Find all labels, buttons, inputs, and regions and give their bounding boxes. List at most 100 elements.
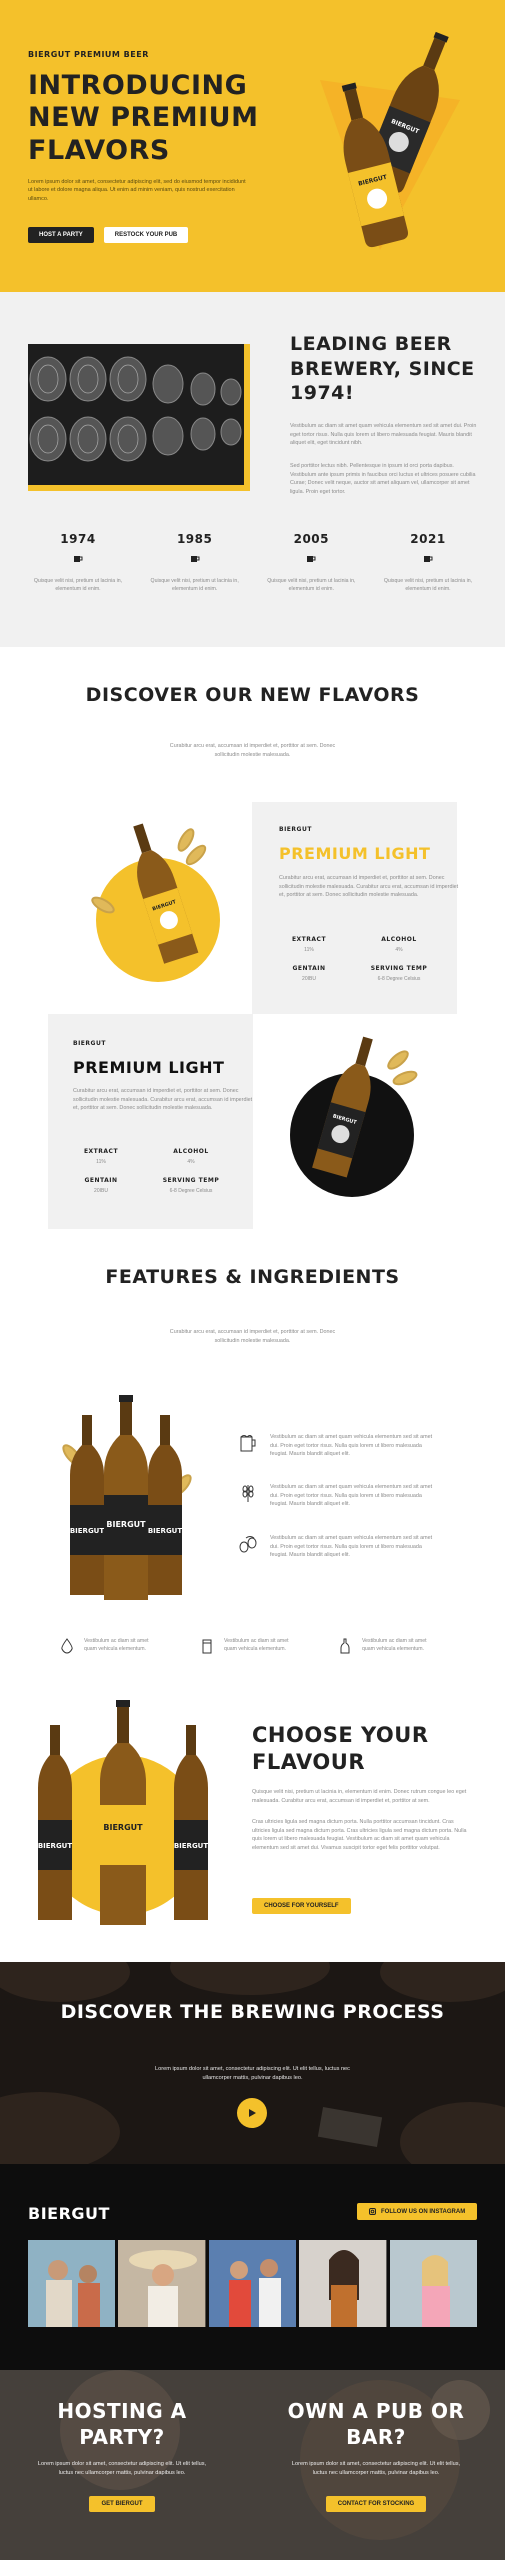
instagram-photo[interactable] (208, 2240, 297, 2327)
timeline-item: 1974 Quisque velit nisi, pretium ut laci… (28, 532, 128, 594)
spec-serving-temp: SERVING TEMP 6-8 Degree Celsius (162, 1177, 220, 1194)
contact-stocking-button[interactable]: CONTACT FOR STOCKING (325, 2495, 427, 2512)
spec-alcohol: ALCOHOL 4% (381, 936, 417, 953)
timeline-year: 1985 (176, 532, 213, 546)
instagram-icon (369, 2208, 376, 2215)
hero-title: INTRODUCING NEW PREMIUM FLAVORS (28, 70, 259, 166)
timeline-item: 2021 Quisque velit nisi, pretium ut laci… (378, 532, 478, 594)
instagram-photo[interactable] (118, 2240, 206, 2327)
spec-alcohol: ALCOHOL 4% (173, 1148, 209, 1165)
choose-bottles-image: BIERGUT BIERGUT BIERGUT (38, 1700, 209, 1925)
card-description: Curabitur arcu erat, accumsan id imperdi… (73, 1088, 253, 1112)
party-title: HOSTING A PARTY? (57, 2399, 187, 2449)
timeline-text: Quisque velit nisi, pretium ut lacinia i… (383, 578, 473, 592)
feature-row: Vestibulum ac diam sit amet quam vehicul… (238, 1483, 438, 1509)
beer-mug-icon (240, 1435, 256, 1452)
follow-instagram-button[interactable]: FOLLOW US ON INSTAGRAM (357, 2203, 478, 2220)
choose-paragraph-2: Cras ultricies ligula sed magna dictum p… (252, 1819, 467, 1851)
feature-row: Vestibulum ac diam sit amet quam vehicul… (238, 1534, 438, 1560)
card-description: Curabitur arcu erat, accumsan id imperdi… (279, 875, 459, 899)
timeline-item: 1985 Quisque velit nisi, pretium ut laci… (145, 532, 245, 594)
brewing-title: DISCOVER THE BREWING PROCESS (60, 2001, 445, 2023)
timeline-year: 2005 (293, 532, 330, 546)
three-bottles-image: BIERGUT BIERGUT BIERGUT (62, 1395, 192, 1600)
feature-text: Vestibulum ac diam sit amet quam vehicul… (270, 1535, 433, 1559)
svg-text:BIERGUT: BIERGUT (174, 1842, 209, 1850)
instagram-photo[interactable] (28, 2240, 116, 2327)
instagram-section: BIERGUT FOLLOW US ON INSTAGRAM (0, 2164, 505, 2370)
timeline-text: Quisque velit nisi, pretium ut lacinia i… (150, 578, 239, 592)
beer-mug-icon (423, 556, 433, 562)
card-flavor-name: PREMIUM LIGHT (73, 1058, 225, 1077)
instagram-photo[interactable] (389, 2240, 478, 2327)
hero-section: BIERGUT PREMIUM BEER INTRODUCING NEW PRE… (0, 0, 505, 292)
svg-text:BIERGUT: BIERGUT (70, 1527, 105, 1535)
mini-feature: Vestibulum ac diam sit amet quam vehicul… (200, 1638, 300, 1654)
story-section: LEADING BEER BREWERY, SINCE 1974! Vestib… (0, 292, 505, 647)
pub-cta: OWN A PUB OR BAR? Lorem ipsum dolor sit … (266, 2398, 486, 2512)
timeline-year: 1974 (60, 532, 96, 546)
mini-feature-text: Vestibulum ac diam sit amet quam vehicul… (84, 1638, 149, 1652)
flavor-card-premium-light: BIERGUT PREMIUM LIGHT Curabitur arcu era… (252, 802, 459, 1014)
pub-body: Lorem ipsum dolor sit amet, consectetur … (291, 2461, 461, 2476)
cta-section: HOSTING A PARTY? Lorem ipsum dolor sit a… (0, 2370, 505, 2560)
svg-text:BIERGUT: BIERGUT (106, 1520, 146, 1529)
restock-pub-button[interactable]: RESTOCK YOUR PUB (103, 227, 189, 243)
get-biergut-button[interactable]: GET BIERGUT (89, 2495, 155, 2512)
hero-body: Lorem ipsum dolor sit amet, consectetur … (28, 179, 246, 202)
host-party-button[interactable]: HOST A PARTY (28, 227, 94, 243)
spec-extract: EXTRACT 11% (83, 1148, 119, 1165)
timeline-text: Quisque velit nisi, pretium ut lacinia i… (33, 578, 123, 592)
card-brand: BIERGUT (279, 826, 312, 833)
features-subtitle: Curabitur arcu erat, accumsan id imperdi… (169, 1329, 336, 1344)
play-video-button[interactable] (237, 2098, 267, 2128)
story-title: LEADING BEER BREWERY, SINCE 1974! (290, 333, 475, 405)
water-drop-icon (61, 1638, 73, 1654)
instagram-photo[interactable] (299, 2240, 387, 2327)
svg-text:BIERGUT: BIERGUT (148, 1527, 183, 1535)
spec-gentain: GENTAIN 20IBU (84, 1177, 118, 1194)
mini-feature-text: Vestibulum ac diam sit amet quam vehicul… (362, 1638, 427, 1652)
brewing-process-section: DISCOVER THE BREWING PROCESS Lorem ipsum… (0, 1962, 505, 2164)
follow-label: FOLLOW US ON INSTAGRAM (381, 2208, 466, 2215)
hero-eyebrow: BIERGUT PREMIUM BEER (28, 50, 149, 59)
party-body: Lorem ipsum dolor sit amet, consectetur … (37, 2461, 207, 2476)
spec-extract: EXTRACT 11% (291, 936, 327, 953)
premium-light-bottle-image: BIERGUT (91, 823, 220, 982)
svg-text:BIERGUT: BIERGUT (38, 1842, 73, 1850)
story-paragraph-1: Vestibulum ac diam sit amet quam vehicul… (290, 423, 477, 447)
choose-flavour-button[interactable]: CHOOSE FOR YOURSELF (252, 1898, 351, 1914)
choose-title: CHOOSE YOUR FLAVOUR (252, 1723, 429, 1775)
beer-mug-icon (74, 556, 83, 562)
story-paragraph-2: Sed porttitor lectus nibh. Pellentesque … (290, 463, 476, 495)
feature-row: Vestibulum ac diam sit amet quam vehicul… (238, 1433, 438, 1459)
beer-mug-icon (190, 556, 200, 562)
mini-feature: Vestibulum ac diam sit amet quam vehicul… (60, 1638, 160, 1654)
barrels-background (0, 1962, 505, 2164)
brewing-subtitle: Lorem ipsum dolor sit amet, consectetur … (155, 2066, 350, 2081)
timeline-item: 2005 Quisque velit nisi, pretium ut laci… (261, 532, 361, 594)
premium-dark-bottle-image: BIERGUT (290, 1036, 418, 1197)
brand-logo: BIERGUT (28, 2204, 110, 2223)
feature-text: Vestibulum ac diam sit amet quam vehicul… (270, 1434, 433, 1458)
mini-feature-text: Vestibulum ac diam sit amet quam vehicul… (224, 1638, 289, 1652)
can-icon (202, 1639, 212, 1654)
flavor-card-premium-dark: BIERGUT PREMIUM LIGHT Curabitur arcu era… (48, 1014, 253, 1229)
host-party-cta: HOSTING A PARTY? Lorem ipsum dolor sit a… (12, 2398, 232, 2512)
spec-grid: EXTRACT 11% ALCOHOL 4% GENTAIN 20IBU SERVIN… (264, 936, 444, 982)
mini-feature: Vestibulum ac diam sit amet quam vehicul… (338, 1638, 438, 1654)
beer-mug-icon (307, 556, 316, 562)
spec-gentain: GENTAIN 20IBU (292, 965, 326, 982)
barrels-photo (28, 344, 244, 485)
hops-icon (239, 1536, 257, 1553)
pub-title: OWN A PUB OR BAR? (287, 2399, 465, 2449)
hero-bottles-illustration: BIERGUT BIERGUT (320, 31, 460, 250)
play-icon (249, 2109, 256, 2117)
timeline-text: Quisque velit nisi, pretium ut lacinia i… (267, 578, 356, 592)
features-title: FEATURES & INGREDIENTS (105, 1266, 400, 1288)
timeline-year: 2021 (410, 532, 446, 546)
instagram-photo-grid (28, 2240, 478, 2327)
spec-grid: EXTRACT 11% ALCOHOL 4% GENTAIN 20IBU SERVIN… (56, 1148, 236, 1194)
flavors-subtitle: Curabitur arcu erat, accumsan id imperdi… (169, 743, 336, 758)
wheat-icon (242, 1485, 254, 1502)
